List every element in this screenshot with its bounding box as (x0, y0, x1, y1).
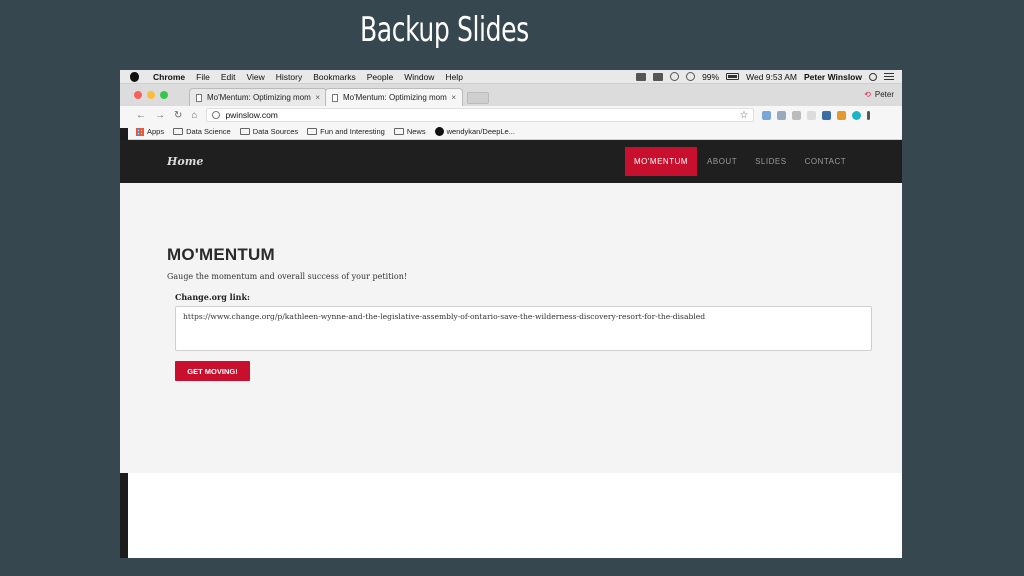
tab-strip: Mo'Mentum: Optimizing mom × Mo'Mentum: O… (120, 84, 902, 106)
menu-edit[interactable]: Edit (221, 72, 236, 82)
menu-history[interactable]: History (276, 72, 302, 82)
bookmark-label: Fun and Interesting (320, 127, 385, 136)
home-link[interactable]: Home (167, 155, 203, 168)
bookmark-label: News (406, 127, 426, 136)
bookmark-label: Data Sources (252, 127, 299, 136)
browser-toolbar: ← → ↻ ⌂ pwinslow.com ☆ (120, 106, 902, 124)
mac-menu-bar: Chrome File Edit View History Bookmarks … (120, 70, 902, 84)
info-icon[interactable] (212, 111, 221, 119)
address-bar[interactable]: pwinslow.com ☆ (206, 108, 755, 122)
home-icon[interactable]: ⌂ (191, 110, 197, 121)
page-subtitle: Gauge the momentum and overall success o… (167, 272, 408, 281)
bookmark-news[interactable]: News (393, 127, 426, 136)
menu-help[interactable]: Help (445, 72, 462, 82)
close-tab-icon[interactable]: × (315, 93, 320, 102)
bookmark-data-science[interactable]: Data Science (173, 127, 231, 136)
apps-icon (136, 127, 144, 136)
extension-icon[interactable] (777, 110, 787, 120)
clock[interactable]: Wed 9:53 AM (746, 72, 797, 82)
extension-icon[interactable] (852, 110, 862, 120)
star-icon[interactable]: ☆ (739, 110, 748, 121)
wifi-icon[interactable] (686, 72, 696, 81)
tab-title: Mo'Mentum: Optimizing mom (207, 93, 311, 102)
profile-button[interactable]: ⟲ Peter (864, 90, 894, 99)
bookmarks-bar: Apps Data Science Data Sources Fun and I… (120, 124, 902, 140)
folder-icon (393, 128, 404, 135)
extension-icon[interactable] (822, 110, 832, 120)
bookmark-label: Data Science (186, 127, 231, 136)
slide-title: Backup Slides (360, 10, 529, 50)
menu-people[interactable]: People (367, 72, 393, 82)
menu-kebab-icon[interactable] (867, 110, 871, 120)
minimize-window-button[interactable] (147, 91, 155, 99)
get-moving-button[interactable]: GET MOVING! (175, 361, 250, 381)
site-nav-links: MO'MENTUM ABOUT SLIDES CONTACT (625, 147, 864, 176)
reload-icon[interactable]: ↻ (174, 110, 182, 121)
page-heading: MO'MENTUM (167, 245, 275, 264)
user-name[interactable]: Peter Winslow (804, 72, 862, 82)
nav-about[interactable]: ABOUT (707, 157, 737, 166)
menu-view[interactable]: View (246, 72, 264, 82)
extension-icon[interactable] (837, 110, 847, 120)
menu-bookmarks[interactable]: Bookmarks (313, 72, 356, 82)
back-icon[interactable]: ← (136, 110, 146, 121)
extension-icon[interactable] (792, 110, 802, 120)
bookmark-label: wendykan/DeepLe... (446, 127, 515, 136)
folder-icon (173, 128, 184, 135)
close-window-button[interactable] (134, 91, 142, 99)
extension-icon[interactable] (807, 110, 817, 120)
profile-name: Peter (874, 90, 894, 99)
link-field-label: Change.org link: (175, 292, 250, 302)
spotlight-icon[interactable] (869, 72, 877, 81)
forward-icon[interactable]: → (155, 110, 165, 121)
tab-1[interactable]: Mo'Mentum: Optimizing mom × (189, 88, 327, 106)
profile-icon: ⟲ (864, 90, 871, 99)
bookmark-apps[interactable]: Apps (136, 127, 164, 136)
menu-app-name[interactable]: Chrome (153, 72, 185, 82)
calendar-icon[interactable] (653, 72, 664, 81)
menu-window[interactable]: Window (404, 72, 434, 82)
nav-contact[interactable]: CONTACT (805, 157, 847, 166)
github-icon (434, 127, 444, 136)
site-main: MO'MENTUM Gauge the momentum and overall… (120, 183, 902, 473)
apple-icon[interactable] (130, 71, 139, 82)
bookmark-github[interactable]: wendykan/DeepLe... (434, 127, 515, 136)
zoom-window-button[interactable] (160, 91, 168, 99)
bookmark-label: Apps (147, 127, 165, 136)
menu-status-area: 99% Wed 9:53 AM Peter Winslow (629, 72, 902, 82)
page-icon (332, 93, 338, 102)
close-tab-icon[interactable]: × (451, 93, 456, 102)
status-app-icon[interactable] (636, 72, 647, 81)
extension-icon[interactable] (762, 110, 772, 120)
bookmark-fun[interactable]: Fun and Interesting (307, 127, 385, 136)
time-machine-icon[interactable] (670, 72, 680, 81)
battery-percent: 99% (702, 71, 720, 82)
petition-link-input[interactable]: https://www.change.org/p/kathleen-wynne-… (175, 306, 872, 351)
notification-center-icon[interactable] (884, 73, 894, 80)
bookmark-data-sources[interactable]: Data Sources (239, 127, 299, 136)
battery-icon[interactable] (726, 73, 740, 80)
tab-title: Mo'Mentum: Optimizing mom (343, 93, 447, 102)
nav-momentum[interactable]: MO'MENTUM (625, 147, 698, 176)
tab-2[interactable]: Mo'Mentum: Optimizing mom × (325, 88, 463, 106)
nav-slides[interactable]: SLIDES (755, 157, 786, 166)
extensions (762, 110, 876, 120)
menu-file[interactable]: File (196, 72, 210, 82)
url-text[interactable]: pwinslow.com (225, 110, 277, 120)
site-navbar: Home MO'MENTUM ABOUT SLIDES CONTACT (120, 140, 902, 183)
folder-icon (307, 128, 318, 135)
page-icon (196, 93, 202, 102)
new-tab-button[interactable] (467, 92, 489, 104)
folder-icon (239, 128, 250, 135)
window-controls (134, 84, 173, 106)
browser-screenshot: Chrome File Edit View History Bookmarks … (120, 70, 902, 558)
